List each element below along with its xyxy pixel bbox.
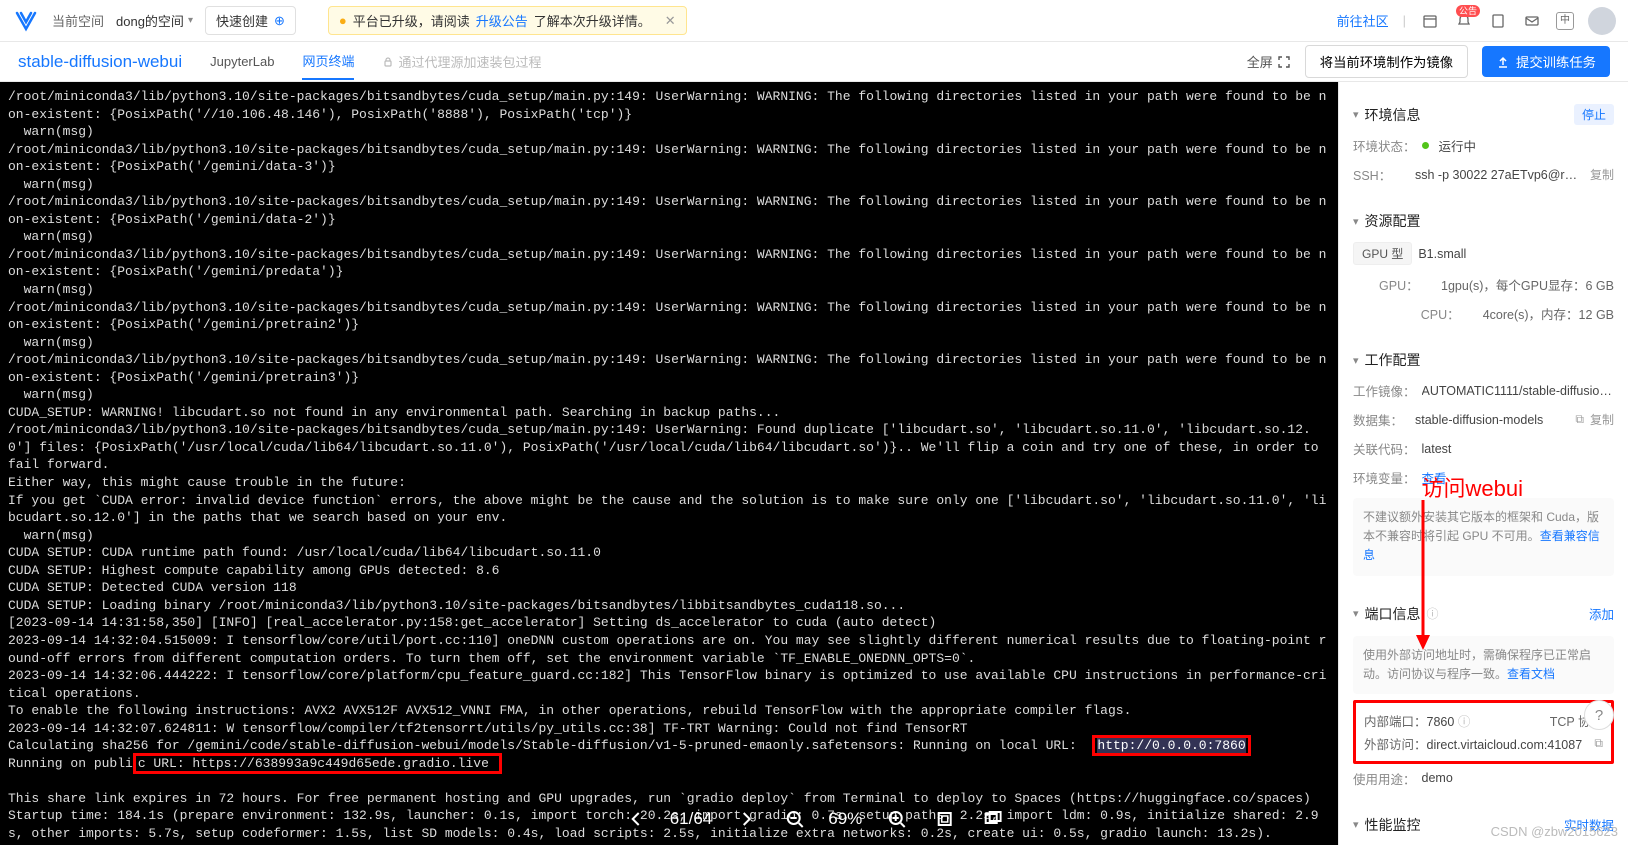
calendar-icon[interactable] — [1420, 11, 1440, 31]
copy-external-icon[interactable]: ⧉ — [1594, 736, 1603, 751]
gpu-type-chip: GPU 型 — [1353, 242, 1412, 265]
annotation-arrow-icon — [1408, 495, 1438, 655]
prev-page-button[interactable] — [622, 805, 650, 833]
copy-dataset-button[interactable]: 复制 — [1590, 411, 1614, 428]
space-name: dong的空间 — [116, 11, 184, 30]
panel-env: ▾ 环境信息 停止 环境状态：运行中 SSH：ssh -p 30022 27aE… — [1339, 90, 1628, 197]
project-title[interactable]: stable-diffusion-webui — [18, 52, 182, 72]
zoom-level: 69% — [828, 809, 862, 829]
expand-icon — [1277, 55, 1291, 69]
main-area: /root/miniconda3/lib/python3.10/site-pac… — [0, 82, 1628, 845]
fullscreen-button[interactable]: 全屏 — [1247, 52, 1291, 71]
zoom-in-button[interactable] — [882, 805, 910, 833]
current-space-label: 当前空间 — [52, 11, 104, 30]
code-link[interactable]: latest — [1422, 442, 1614, 456]
port-docs-link[interactable]: 查看文档 — [1507, 667, 1555, 681]
tab-jupyterlab[interactable]: JupyterLab — [210, 46, 274, 77]
fit-page-button[interactable] — [930, 805, 958, 833]
user-avatar[interactable] — [1588, 7, 1616, 35]
quick-create-label: 快速创建 — [216, 11, 268, 30]
make-mirror-button[interactable]: 将当前环境制作为镜像 — [1305, 45, 1468, 78]
submit-training-button[interactable]: 提交训练任务 — [1482, 46, 1610, 77]
panel-env-header[interactable]: ▾ 环境信息 停止 — [1353, 98, 1614, 131]
chevron-down-icon: ▾ — [1353, 607, 1359, 620]
sidebar-panel: ▾ 环境信息 停止 环境状态：运行中 SSH：ssh -p 30022 27aE… — [1338, 82, 1628, 845]
panel-work-header[interactable]: ▾工作配置 — [1353, 344, 1614, 376]
banner-link[interactable]: 升级公告 — [476, 11, 528, 30]
external-address[interactable]: direct.virtaicloud.com:41087 — [1427, 738, 1583, 752]
chevron-down-icon: ▾ — [1353, 818, 1359, 831]
port-entry-highlighted: 内部端口：7860 ⓘTCP 协议 外部访问：direct.virtaiclou… — [1353, 700, 1614, 764]
book-icon[interactable] — [1488, 11, 1508, 31]
community-link[interactable]: 前往社区 — [1337, 11, 1389, 30]
warning-icon: ● — [339, 13, 347, 28]
banner-text-suffix: 了解本次升级详情。 — [534, 11, 651, 30]
bell-badge: 公告 — [1456, 5, 1480, 17]
add-port-button[interactable]: 添加 — [1589, 604, 1614, 623]
help-fab-button[interactable]: ? — [1584, 700, 1614, 730]
status-dot-icon — [1422, 142, 1429, 149]
lock-icon — [382, 56, 394, 68]
upgrade-banner: ● 平台已升级，请阅读升级公告了解本次升级详情。 ✕ — [328, 6, 687, 35]
chevron-down-icon: ▾ — [1353, 215, 1359, 228]
port-hint: 使用外部访问地址时，需确保程序已正常启动。访问协议与程序一致。查看文档 — [1353, 636, 1614, 694]
topbar: 当前空间 dong的空间 ▾ 快速创建 ⊕ ● 平台已升级，请阅读升级公告了解本… — [0, 0, 1628, 42]
watermark: CSDN @zbw2015623 — [1491, 824, 1618, 839]
panel-resources: ▾资源配置 GPU 型B1.small GPU：1gpu(s)，每个GPU显存：… — [1339, 197, 1628, 336]
quick-create-button[interactable]: 快速创建 ⊕ — [205, 6, 296, 35]
chevron-down-icon: ▾ — [1353, 108, 1359, 121]
panel-ports-header[interactable]: ▾端口信息ⓘ添加 — [1353, 598, 1614, 630]
present-button[interactable] — [978, 805, 1006, 833]
zoom-out-button[interactable] — [780, 805, 808, 833]
panel-ports: ▾端口信息ⓘ添加 使用外部访问地址时，需确保程序已正常启动。访问协议与程序一致。… — [1339, 590, 1628, 801]
banner-text-prefix: 平台已升级，请阅读 — [353, 11, 470, 30]
copy-icon[interactable]: ⧉ — [1575, 412, 1584, 427]
copy-ssh-button[interactable]: 复制 — [1590, 166, 1614, 183]
bell-icon[interactable]: 公告 — [1454, 11, 1474, 31]
tab-proxy-disabled: 通过代理源加速装包过程 — [382, 44, 541, 79]
banner-close-icon[interactable]: ✕ — [665, 13, 676, 29]
app-logo[interactable] — [12, 7, 40, 35]
mail-icon[interactable] — [1522, 11, 1542, 31]
upload-icon — [1496, 55, 1510, 69]
pdf-pager: 61/64 69% — [612, 799, 1017, 839]
info-icon[interactable]: ⓘ — [1458, 715, 1471, 729]
subbar: stable-diffusion-webui JupyterLab 网页终端 通… — [0, 42, 1628, 82]
space-selector[interactable]: dong的空间 ▾ — [116, 11, 193, 30]
panel-resources-header[interactable]: ▾资源配置 — [1353, 205, 1614, 237]
plus-circle-icon: ⊕ — [274, 13, 285, 29]
tab-web-terminal[interactable]: 网页终端 — [302, 43, 354, 80]
dataset-link[interactable]: stable-diffusion-models — [1415, 413, 1565, 427]
chevron-down-icon: ▾ — [1353, 354, 1359, 367]
compat-note: 不建议额外安装其它版本的框架和 Cuda，版本不兼容时将引起 GPU 不可用。查… — [1353, 498, 1614, 576]
terminal-output[interactable]: /root/miniconda3/lib/python3.10/site-pac… — [0, 82, 1338, 845]
lang-icon[interactable]: 中 — [1556, 12, 1574, 30]
page-indicator: 61/64 — [670, 809, 713, 829]
chevron-down-icon: ▾ — [188, 15, 193, 26]
panel-work: ▾工作配置 工作镜像：AUTOMATIC1111/stable-diffusio… — [1339, 336, 1628, 590]
next-page-button[interactable] — [732, 805, 760, 833]
stop-env-button[interactable]: 停止 — [1574, 104, 1614, 125]
